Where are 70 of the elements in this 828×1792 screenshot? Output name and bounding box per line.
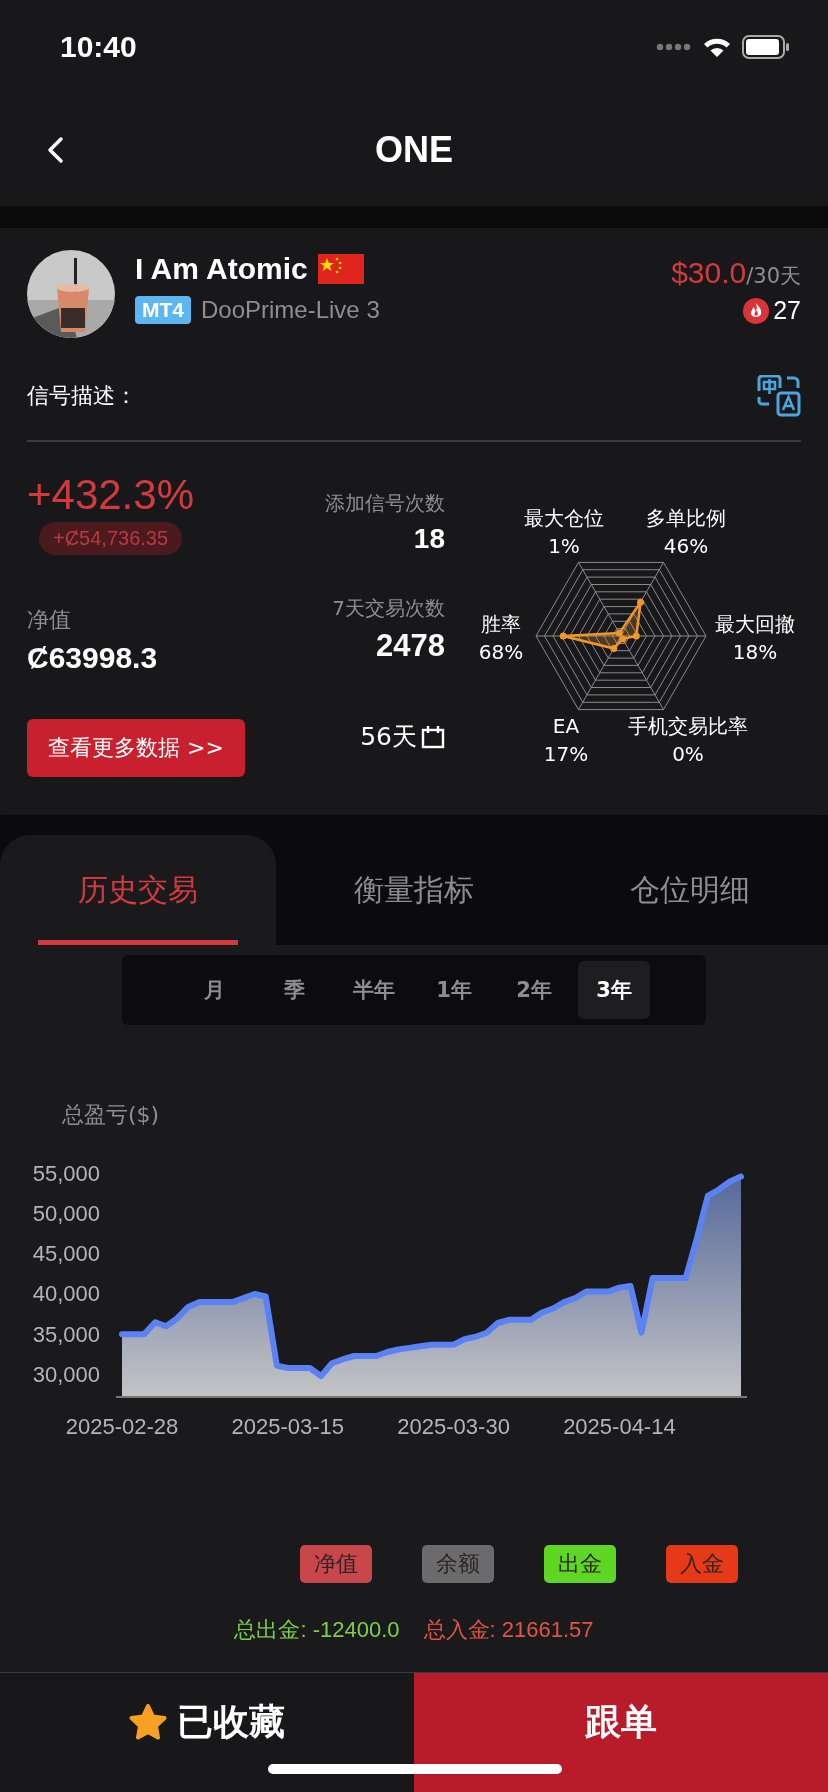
status-time: 10:40 [60, 30, 137, 64]
wifi-icon [702, 36, 732, 58]
range-option[interactable]: 季 [258, 961, 330, 1019]
equity-value: Ȼ63998.3 [27, 641, 158, 675]
signal-adds-count: 18 [413, 523, 445, 555]
legend-tag[interactable]: 出金 [544, 1545, 616, 1583]
return-percent: +432.3% [27, 470, 194, 520]
y-tick-label: 40,000 [32, 1281, 100, 1307]
signal-adds-label: 添加信号次数 [325, 490, 445, 517]
total-withdrawal: 总出金: -12400.0 [234, 1616, 400, 1644]
follower-count: 27 [773, 296, 801, 325]
trades-count: 2478 [376, 628, 445, 664]
radar-point [632, 632, 640, 640]
range-option[interactable]: 月 [178, 961, 250, 1019]
follow-button[interactable]: 跟单 [414, 1673, 828, 1792]
server-name: DooPrime-Live 3 [201, 296, 380, 324]
x-tick-label: 2025-03-15 [231, 1413, 345, 1439]
y-tick-label: 30,000 [32, 1361, 100, 1387]
y-tick-label: 55,000 [32, 1160, 100, 1186]
radar-value: 46% [663, 533, 709, 558]
radar-label: 最大仓位 [524, 505, 604, 530]
x-tick-label: 2025-03-30 [397, 1413, 510, 1439]
radar-label: 手机交易比率 [628, 713, 748, 738]
more-data-button[interactable]: 查看更多数据 >> [27, 719, 245, 777]
flag-icon [317, 254, 364, 284]
signal-name: I Am Atomic [135, 252, 308, 286]
x-tick-label: 2025-04-14 [563, 1413, 676, 1439]
radar-point [559, 632, 567, 640]
description-label: 信号描述： [27, 382, 137, 410]
page-title: ONE [375, 129, 453, 171]
translate-icon[interactable] [757, 375, 801, 417]
radar-label: 多单比例 [646, 505, 726, 530]
y-tick-label: 50,000 [32, 1201, 100, 1227]
chart-title: 总盈亏($) [62, 1101, 161, 1129]
range-option[interactable]: 2年 [498, 961, 570, 1019]
radar-value: 0% [672, 741, 704, 766]
tab[interactable]: 仓位明细 [552, 835, 828, 945]
equity-label: 净值 [27, 606, 71, 634]
platform-badge: MT4 [135, 296, 191, 324]
y-tick-label: 35,000 [32, 1321, 100, 1347]
radar-label: EA [552, 713, 580, 738]
price: $30.0 [671, 256, 747, 289]
star-icon [129, 1704, 167, 1740]
radar-point [610, 645, 618, 652]
signal-icon [656, 43, 692, 51]
y-tick-label: 45,000 [32, 1241, 100, 1267]
back-icon[interactable] [46, 136, 64, 164]
radar-value: 1% [548, 533, 580, 558]
radar-point [637, 598, 645, 606]
trades-label: 7天交易次数 [332, 595, 445, 622]
range-option[interactable]: 1年 [418, 961, 490, 1019]
radar-value: 18% [732, 639, 778, 664]
tab[interactable]: 衡量指标 [276, 835, 552, 945]
radar-label: 最大回撤 [715, 611, 795, 636]
battery-icon [742, 35, 790, 59]
price-period: /30天 [746, 264, 801, 288]
total-deposit: 总入金: 21661.57 [423, 1616, 594, 1644]
profit-pill: +Ȼ54,736.35 [39, 522, 183, 555]
radar-label: 胜率 [481, 611, 521, 636]
range-option[interactable]: 半年 [338, 961, 410, 1019]
radar-value: 68% [478, 639, 524, 664]
radar-value: 17% [543, 741, 589, 766]
tab[interactable]: 历史交易 [0, 835, 276, 945]
x-tick-label: 2025-02-28 [65, 1413, 179, 1439]
calendar-icon [421, 724, 445, 749]
legend-tag[interactable]: 净值 [300, 1545, 372, 1583]
range-option[interactable]: 3年 [578, 961, 650, 1019]
days-count: 56天 [360, 721, 417, 753]
legend-tag[interactable]: 入金 [666, 1545, 738, 1583]
flame-icon [743, 297, 770, 324]
